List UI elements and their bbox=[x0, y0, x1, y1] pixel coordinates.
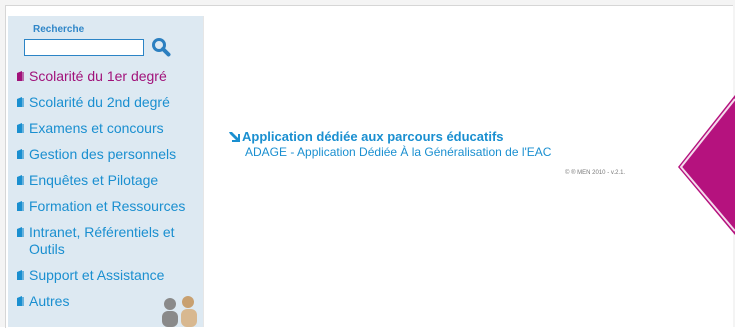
people-illustration bbox=[158, 290, 198, 327]
menu-item-label: Formation et Ressources bbox=[29, 198, 186, 214]
app-link-parcours-educatifs[interactable]: Application dédiée aux parcours éducatif… bbox=[228, 129, 504, 144]
menu-item-label: Intranet, Référentiels et Outils bbox=[29, 224, 175, 257]
version-text: © ® MEN 2010 - v.2.1. bbox=[565, 170, 626, 176]
search-input[interactable] bbox=[24, 39, 144, 56]
book-bullet-icon bbox=[17, 296, 24, 306]
menu-item-gestion-personnels[interactable]: Gestion des personnels bbox=[16, 146, 176, 163]
menu-item-label: Support et Assistance bbox=[29, 267, 165, 283]
book-bullet-icon bbox=[17, 227, 24, 237]
menu-item-label: Examens et concours bbox=[29, 120, 164, 136]
book-bullet-icon bbox=[17, 71, 24, 81]
menu-item-scolarite-2nd-degre[interactable]: Scolarité du 2nd degré bbox=[16, 94, 170, 111]
app-subtitle: ADAGE - Application Dédiée À la Générali… bbox=[245, 145, 552, 159]
book-bullet-icon bbox=[17, 149, 24, 159]
menu-item-enquetes-pilotage[interactable]: Enquêtes et Pilotage bbox=[16, 172, 158, 189]
app-title: Application dédiée aux parcours éducatif… bbox=[242, 129, 504, 144]
menu-item-label: Gestion des personnels bbox=[29, 146, 177, 162]
book-bullet-icon bbox=[17, 270, 24, 280]
book-bullet-icon bbox=[17, 123, 24, 133]
search-label: Recherche bbox=[33, 24, 85, 35]
arrow-down-right-icon bbox=[229, 131, 240, 142]
magnifier-icon bbox=[152, 38, 171, 57]
book-bullet-icon bbox=[17, 201, 24, 211]
magenta-decoration bbox=[676, 95, 735, 235]
menu-item-formation-ressources[interactable]: Formation et Ressources bbox=[16, 198, 185, 215]
menu-item-label: Enquêtes et Pilotage bbox=[29, 172, 159, 188]
menu-item-support-assistance[interactable]: Support et Assistance bbox=[16, 267, 164, 284]
vertical-divider bbox=[203, 16, 204, 327]
menu-item-intranet-referentiels-outils[interactable]: Intranet, Référentiels et Outils bbox=[16, 224, 186, 258]
menu-item-examens-concours[interactable]: Examens et concours bbox=[16, 120, 164, 137]
book-bullet-icon bbox=[17, 175, 24, 185]
book-bullet-icon bbox=[17, 97, 24, 107]
sidebar: Recherche Scolarité du 1er degré Scolari… bbox=[8, 16, 203, 327]
decorative-shape bbox=[678, 95, 735, 235]
people-icon bbox=[162, 296, 197, 327]
menu-item-label: Autres bbox=[29, 293, 70, 309]
menu-item-scolarite-1er-degre[interactable]: Scolarité du 1er degré bbox=[16, 68, 167, 85]
menu-item-label: Scolarité du 1er degré bbox=[29, 68, 167, 84]
search-button[interactable] bbox=[150, 36, 172, 58]
menu-item-label: Scolarité du 2nd degré bbox=[29, 94, 170, 110]
menu-item-autres[interactable]: Autres bbox=[16, 293, 69, 310]
